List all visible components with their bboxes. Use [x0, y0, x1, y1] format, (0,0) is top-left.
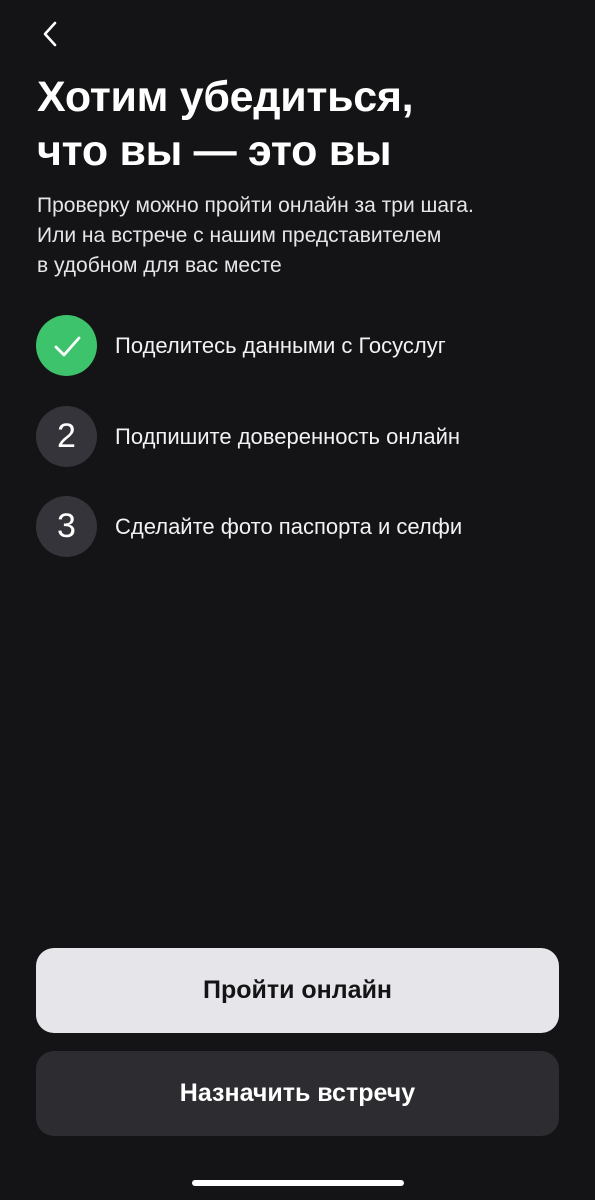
step-item-power-of-attorney: 2 Подпишите доверенность онлайн	[36, 406, 566, 467]
step-item-photo: 3 Сделайте фото паспорта и селфи	[36, 496, 566, 557]
home-indicator[interactable]	[192, 1180, 404, 1186]
go-online-button[interactable]: Пройти онлайн	[36, 948, 559, 1033]
subtitle-line-1: Проверку можно пройти онлайн за три шага…	[37, 194, 474, 217]
page-title: Хотим убедиться, что вы — это вы	[37, 70, 567, 178]
step-label: Сделайте фото паспорта и селфи	[115, 513, 463, 539]
page-subtitle: Проверку можно пройти онлайн за три шага…	[37, 191, 567, 281]
schedule-meeting-button[interactable]: Назначить встречу	[36, 1051, 559, 1136]
step-done-badge	[36, 315, 97, 376]
page-title-line-1: Хотим убедиться,	[37, 73, 414, 121]
back-button[interactable]	[28, 12, 72, 56]
step-label: Подпишите доверенность онлайн	[115, 423, 461, 449]
step-number-badge: 3	[36, 496, 97, 557]
subtitle-line-3: в удобном для вас месте	[37, 254, 282, 277]
step-label: Поделитесь данными с Госуслуг	[115, 332, 446, 358]
check-icon	[54, 336, 80, 356]
step-number-badge: 2	[36, 406, 97, 467]
step-item-gosuslugi: Поделитесь данными с Госуслуг	[36, 315, 566, 376]
page-title-line-2: что вы — это вы	[37, 127, 392, 175]
subtitle-line-2: Или на встрече с нашим представителем	[37, 224, 442, 247]
chevron-left-icon	[43, 21, 57, 47]
